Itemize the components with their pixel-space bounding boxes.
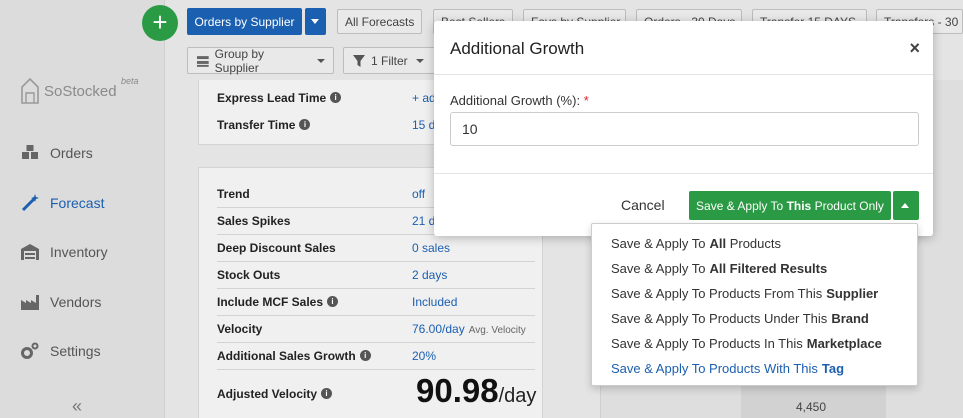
row-value[interactable]: off xyxy=(412,187,425,201)
group-by-button[interactable]: Group by Supplier xyxy=(187,46,334,75)
plus-icon: + xyxy=(152,7,168,37)
view-dropdown-toggle[interactable] xyxy=(305,8,326,35)
menu-item-apply-supplier[interactable]: Save & Apply To Products From This Suppli… xyxy=(592,281,917,306)
menu-item-apply-brand[interactable]: Save & Apply To Products Under This Brand xyxy=(592,306,917,331)
divider xyxy=(217,369,535,370)
row-value[interactable]: 0 sales xyxy=(412,241,450,255)
view-select-button[interactable]: Orders by Supplier xyxy=(187,8,302,35)
boxes-icon xyxy=(22,145,38,159)
row-label: Stock Outs xyxy=(217,267,281,282)
row-label: Transfer Time xyxy=(217,117,296,132)
modal-title: Additional Growth xyxy=(450,39,585,58)
adjusted-velocity-number: 90.98 xyxy=(416,372,499,409)
row-value[interactable]: 2 days xyxy=(412,268,447,282)
menu-item-apply-tag[interactable]: Save & Apply To Products With This Tag xyxy=(592,356,917,381)
chevron-down-icon xyxy=(415,58,424,63)
logo-beta-label: beta xyxy=(121,76,139,86)
collapse-sidebar-icon[interactable]: « xyxy=(72,396,82,417)
row-value[interactable]: 21 d xyxy=(412,214,435,228)
warehouse-icon xyxy=(21,244,39,260)
filter-icon xyxy=(353,54,365,67)
sidebar-item-forecast[interactable]: Forecast xyxy=(20,190,104,216)
row-value[interactable]: + ad xyxy=(412,91,436,105)
save-apply-this-product-button[interactable]: Save & Apply To This Product Only xyxy=(689,191,891,220)
row-additional-sales-growth: Additional Sales Growth i 20% xyxy=(217,342,535,369)
wand-icon xyxy=(21,194,39,212)
table-cell-value: 4,450 xyxy=(796,400,827,414)
group-by-label: Group by Supplier xyxy=(214,46,265,75)
sidebar-item-label: Inventory xyxy=(50,244,108,260)
sidebar-item-orders[interactable]: Orders xyxy=(20,140,93,166)
filter-button[interactable]: 1 Filter xyxy=(343,47,435,74)
required-mark: * xyxy=(583,93,589,108)
save-options-menu: Save & Apply To All Products Save & Apply… xyxy=(591,223,918,386)
sidebar-item-label: Forecast xyxy=(50,195,105,211)
logo[interactable]: SoStocked beta xyxy=(20,75,139,107)
tab-all-forecasts[interactable]: All Forecasts xyxy=(337,9,422,34)
row-label: Adjusted Velocity xyxy=(217,386,318,401)
row-deep-discount-sales: Deep Discount Sales 0 sales xyxy=(217,234,535,261)
row-value[interactable]: Included xyxy=(412,295,457,309)
adjusted-velocity-unit: /day xyxy=(498,385,537,407)
chevron-down-icon xyxy=(317,58,325,63)
info-icon[interactable]: i xyxy=(299,119,311,130)
divider xyxy=(434,173,933,174)
adjusted-velocity-value: 90.98 /day xyxy=(416,372,536,410)
sidebar-item-settings[interactable]: Settings xyxy=(20,338,101,364)
logo-text: SoStocked xyxy=(44,82,117,100)
factory-icon xyxy=(21,295,39,310)
row-label: Trend xyxy=(217,186,250,201)
close-icon[interactable]: × xyxy=(909,38,920,59)
sidebar: SoStocked beta Orders Forecast Inventory… xyxy=(0,0,165,418)
filter-label: 1 Filter xyxy=(371,53,408,68)
row-label: Express Lead Time xyxy=(217,90,327,105)
menu-item-apply-all-filtered[interactable]: Save & Apply To All Filtered Results xyxy=(592,256,917,281)
row-value[interactable]: 76.00/day xyxy=(412,322,465,336)
menu-item-apply-all-products[interactable]: Save & Apply To All Products xyxy=(592,231,917,256)
menu-item-apply-marketplace[interactable]: Save & Apply To Products In This Marketpl… xyxy=(592,331,917,356)
divider xyxy=(434,74,933,75)
row-value[interactable]: 20% xyxy=(412,349,436,363)
info-icon[interactable]: i xyxy=(330,92,342,103)
sidebar-item-label: Settings xyxy=(50,343,101,359)
layers-icon xyxy=(196,55,209,67)
logo-icon xyxy=(21,77,39,104)
info-icon[interactable]: i xyxy=(359,350,371,361)
info-icon[interactable]: i xyxy=(327,296,339,307)
row-include-mcf-sales: Include MCF Sales i Included xyxy=(217,288,535,315)
growth-percent-input[interactable] xyxy=(450,112,919,146)
row-label: Velocity xyxy=(217,321,263,336)
row-stock-outs: Stock Outs 2 days xyxy=(217,261,535,288)
sidebar-item-vendors[interactable]: Vendors xyxy=(20,289,101,315)
row-label: Deep Discount Sales xyxy=(217,240,336,255)
row-label: Sales Spikes xyxy=(217,213,291,228)
growth-field-label: Additional Growth (%): * xyxy=(450,93,589,108)
add-button[interactable]: + xyxy=(142,5,178,41)
row-label: Additional Sales Growth xyxy=(217,348,356,363)
row-note: Avg. Velocity xyxy=(468,324,526,336)
sidebar-item-inventory[interactable]: Inventory xyxy=(20,239,108,265)
additional-growth-modal: Additional Growth × Additional Growth (%… xyxy=(434,21,933,236)
row-value[interactable]: 15 d xyxy=(412,118,435,132)
sidebar-item-label: Vendors xyxy=(50,294,102,310)
gear-icon xyxy=(21,342,39,359)
row-label: Include MCF Sales xyxy=(217,294,324,309)
cancel-button[interactable]: Cancel xyxy=(621,197,665,213)
row-velocity: Velocity 76.00/day Avg. Velocity xyxy=(217,315,535,342)
sidebar-item-label: Orders xyxy=(50,145,93,161)
save-options-toggle[interactable] xyxy=(893,191,919,220)
info-icon[interactable]: i xyxy=(321,388,333,399)
